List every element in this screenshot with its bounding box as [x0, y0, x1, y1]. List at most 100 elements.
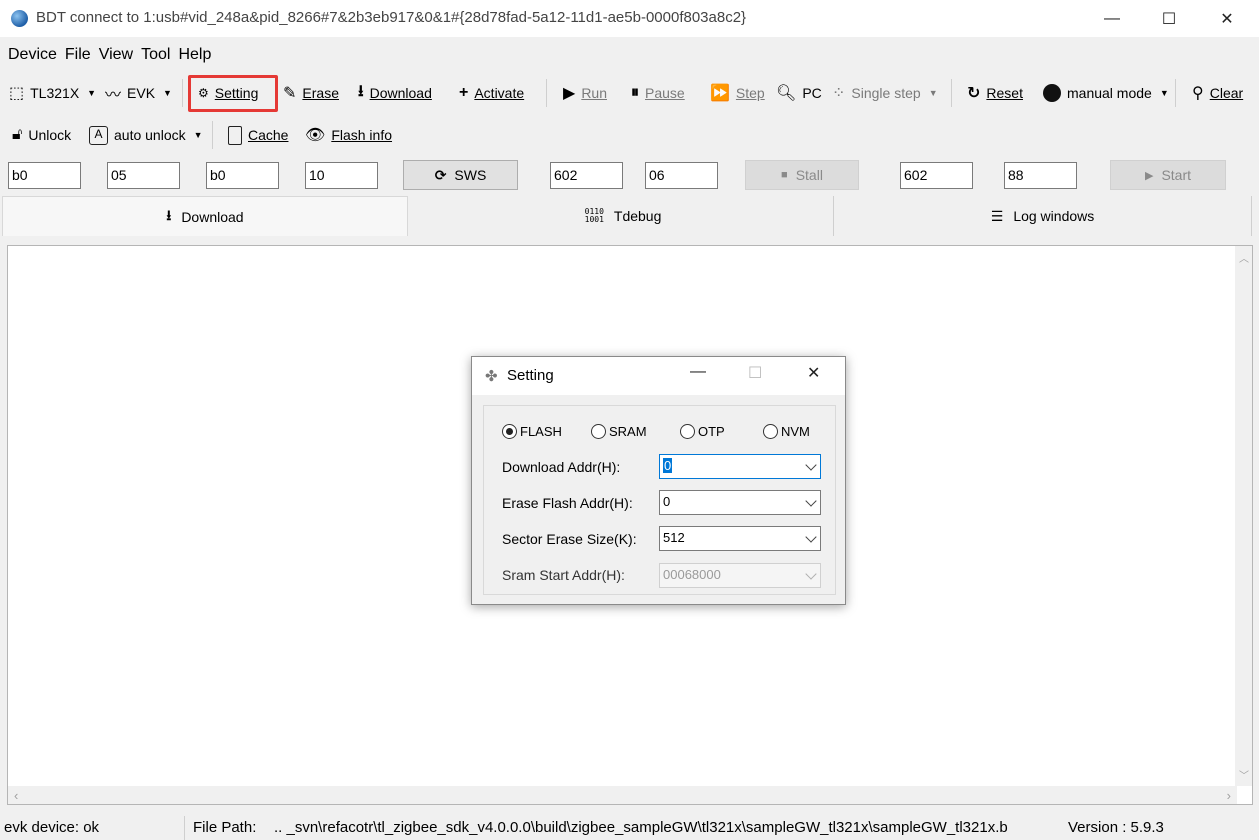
- setting-highlight: [188, 75, 278, 112]
- sram-start-addr-label: Sram Start Addr(H):: [502, 567, 625, 583]
- dialog-minimize-button[interactable]: —: [690, 363, 706, 381]
- app-icon: [11, 10, 28, 27]
- plus-icon: +: [459, 84, 469, 101]
- erase-button[interactable]: ✎ Erase: [283, 73, 339, 113]
- version-label: Version : 5.9.3: [1068, 818, 1164, 836]
- radio-empty-icon: [763, 424, 778, 439]
- file-path-label: File Path:: [193, 818, 257, 836]
- refresh-icon: ⟳: [434, 166, 447, 183]
- auto-unlock-dropdown[interactable]: A auto unlock ▼: [89, 115, 203, 155]
- title-bar: BDT connect to 1:usb#vid_248a&pid_8266#7…: [0, 0, 1259, 37]
- radio-flash[interactable]: FLASH: [502, 424, 562, 439]
- dialog-title-bar: ✤ Setting — ☐ ✕: [472, 357, 845, 395]
- tab-log-windows[interactable]: ☰ Log windows: [834, 196, 1252, 236]
- scroll-up-icon[interactable]: ︿: [1239, 250, 1249, 265]
- chip-icon: ⬚: [9, 85, 25, 102]
- clear-button[interactable]: ⚲ Clear: [1192, 73, 1243, 113]
- tab-tdebug[interactable]: 0110 1001 Tdebug: [413, 196, 834, 236]
- chevron-down-icon[interactable]: [805, 495, 817, 507]
- plugin-icon: ✤: [485, 368, 498, 385]
- toolbar-separator: [212, 121, 213, 149]
- activate-button[interactable]: + Activate: [459, 73, 524, 113]
- chevron-down-icon: ▼: [1159, 88, 1169, 98]
- minimize-button[interactable]: —: [1089, 0, 1135, 37]
- register-field-7[interactable]: 602: [900, 162, 973, 189]
- register-field-3[interactable]: b0: [206, 162, 279, 189]
- list-icon: ☰: [990, 207, 1004, 224]
- binary-icon: 0110 1001: [584, 207, 604, 224]
- download-icon: ⭳: [166, 206, 172, 223]
- erase-flash-addr-label: Erase Flash Addr(H):: [502, 495, 633, 511]
- maximize-button[interactable]: ☐: [1146, 0, 1192, 37]
- stop-icon: ■: [781, 169, 788, 181]
- play-icon: ▶: [1144, 169, 1154, 182]
- radio-empty-icon: [680, 424, 695, 439]
- dialog-title: Setting: [507, 367, 554, 384]
- unlock-button[interactable]: 🔓︎ Unlock: [12, 115, 71, 155]
- close-button[interactable]: ✕: [1204, 0, 1250, 37]
- register-field-6[interactable]: 06: [645, 162, 718, 189]
- radio-sram[interactable]: SRAM: [591, 424, 647, 439]
- tab-bar: ⭳ Download 0110 1001 Tdebug ☰ Log windows: [0, 196, 1259, 237]
- scroll-right-icon[interactable]: ›: [1227, 788, 1231, 803]
- register-field-2[interactable]: 05: [107, 162, 180, 189]
- menu-view[interactable]: View: [99, 46, 133, 64]
- memory-card-icon: [228, 125, 242, 145]
- pc-button[interactable]: 🔍︎ PC: [776, 73, 822, 113]
- register-field-1[interactable]: b0: [8, 162, 81, 189]
- download-icon: ⭳: [358, 82, 364, 100]
- horizontal-scrollbar[interactable]: ‹ ›: [8, 786, 1237, 804]
- chevron-down-icon[interactable]: [805, 531, 817, 543]
- chip-dropdown[interactable]: ⬚ TL321X ▼: [9, 73, 96, 113]
- reset-icon: ↻: [967, 85, 981, 102]
- reset-button[interactable]: ↻ Reset: [967, 73, 1023, 113]
- secondary-toolbar: 🔓︎ Unlock A auto unlock ▼ Cache 👁︎ Flash…: [0, 115, 1259, 155]
- pause-icon: ⏸: [631, 84, 640, 101]
- dialog-panel: FLASH SRAM OTP NVM Download Addr(H): 0 E…: [483, 405, 836, 595]
- register-field-8[interactable]: 88: [1004, 162, 1077, 189]
- broom-icon: ⚲: [1192, 85, 1204, 102]
- erase-flash-addr-combo[interactable]: 0: [659, 490, 821, 515]
- step-button[interactable]: ⏩ Step: [710, 73, 765, 113]
- file-path-value: .. _svn\refacotr\tl_zigbee_sdk_v4.0.0.0\…: [274, 818, 1008, 836]
- menu-tool[interactable]: Tool: [141, 46, 170, 64]
- chevron-down-icon: ▼: [193, 130, 203, 140]
- window-title: BDT connect to 1:usb#vid_248a&pid_8266#7…: [36, 9, 747, 26]
- download-addr-combo[interactable]: 0: [659, 454, 821, 479]
- menu-device[interactable]: Device: [8, 46, 57, 64]
- stall-button[interactable]: ■ Stall: [745, 160, 859, 190]
- menu-file[interactable]: File: [65, 46, 91, 64]
- vertical-scrollbar[interactable]: ︿ ﹀: [1235, 246, 1252, 786]
- dialog-close-button[interactable]: ✕: [807, 363, 820, 383]
- register-field-4[interactable]: 10: [305, 162, 378, 189]
- flash-info-button[interactable]: 👁︎ Flash info: [305, 115, 392, 155]
- mode-icon: [1043, 84, 1061, 102]
- radio-otp[interactable]: OTP: [680, 424, 725, 439]
- status-bar: evk device: ok File Path: .. _svn\refaco…: [0, 814, 1259, 840]
- unlock-icon: 🔓︎: [12, 126, 23, 143]
- single-step-dropdown[interactable]: ⁘ Single step ▼: [832, 73, 938, 113]
- scroll-down-icon[interactable]: ﹀: [1239, 767, 1249, 782]
- chevron-down-icon: ▼: [87, 88, 97, 98]
- chevron-down-icon: [805, 568, 817, 580]
- chevron-down-icon: ▼: [163, 88, 172, 98]
- radio-nvm[interactable]: NVM: [763, 424, 810, 439]
- download-addr-label: Download Addr(H):: [502, 459, 621, 475]
- cache-button[interactable]: Cache: [228, 115, 288, 155]
- register-field-5[interactable]: 602: [550, 162, 623, 189]
- manual-mode-dropdown[interactable]: manual mode ▼: [1043, 73, 1169, 113]
- setting-dialog: ✤ Setting — ☐ ✕ FLASH SRAM OTP NVM Downl…: [471, 356, 846, 605]
- chevron-down-icon[interactable]: [805, 459, 817, 471]
- evk-dropdown[interactable]: 〰 EVK ▼: [105, 73, 172, 113]
- signal-icon: 〰: [105, 87, 122, 104]
- download-button[interactable]: ⭳ Download: [358, 73, 432, 113]
- run-button[interactable]: ▶ Run: [563, 73, 607, 113]
- pause-button[interactable]: ⏸ Pause: [631, 73, 685, 113]
- tab-download[interactable]: ⭳ Download: [2, 196, 408, 236]
- toolbar-separator: [1175, 79, 1176, 107]
- sector-erase-size-combo[interactable]: 512: [659, 526, 821, 551]
- scroll-left-icon[interactable]: ‹: [14, 788, 18, 803]
- sws-button[interactable]: ⟳ SWS: [403, 160, 518, 190]
- start-button[interactable]: ▶ Start: [1110, 160, 1226, 190]
- menu-help[interactable]: Help: [178, 46, 211, 64]
